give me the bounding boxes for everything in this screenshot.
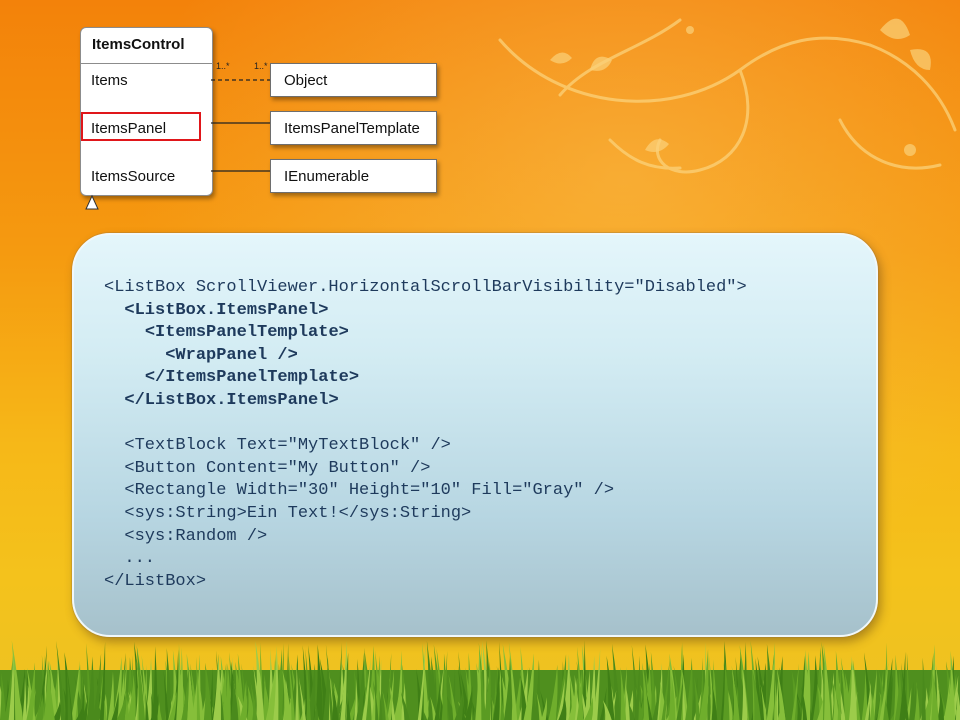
code-text: </ItemsPanelTemplate> <box>144 368 360 388</box>
code-text: <Button Content="My Button" /> <box>124 458 431 478</box>
code-text: <WrapPanel /> <box>165 345 298 365</box>
code-text: <sys:String>Ein Text!</sys:String> <box>124 503 472 523</box>
items-panel-template-label: ItemsPanelTemplate <box>284 120 420 137</box>
code-text: <Rectangle Width="30" Height="10" Fill="… <box>124 481 615 501</box>
multiplicity-source: 1..* <box>216 61 230 71</box>
ienumerable-label: IEnumerable <box>284 168 370 185</box>
object-box: Object <box>270 63 437 97</box>
code-line: </ItemsPanelTemplate> <box>104 367 747 390</box>
multiplicity-target: 1..* <box>254 61 268 71</box>
code-text: </ListBox> <box>104 571 207 591</box>
code-text: </ListBox.ItemsPanel> <box>124 390 339 410</box>
highlight-box <box>81 112 201 141</box>
code-line: ... <box>104 548 747 571</box>
code-line: <sys:String>Ein Text!</sys:String> <box>104 503 747 526</box>
property-items-source-label: ItemsSource <box>91 168 176 185</box>
ienumerable-box: IEnumerable <box>270 159 437 193</box>
code-line: </ListBox.ItemsPanel> <box>104 390 747 413</box>
xaml-code-block: <ListBox ScrollViewer.HorizontalScrollBa… <box>104 277 747 593</box>
code-text: <sys:Random /> <box>124 526 268 546</box>
class-name: ItemsControl <box>81 28 212 64</box>
code-line: </ListBox> <box>104 571 747 594</box>
code-line: <ItemsPanelTemplate> <box>104 322 747 345</box>
code-line: <Button Content="My Button" /> <box>104 458 747 481</box>
code-line: <WrapPanel /> <box>104 345 747 368</box>
property-items-label: Items <box>91 72 128 89</box>
code-text: ... <box>124 549 156 569</box>
items-panel-template-box: ItemsPanelTemplate <box>270 111 437 145</box>
decorative-swirl-ornament <box>498 18 957 174</box>
code-line: <sys:Random /> <box>104 526 747 549</box>
code-line: <TextBlock Text="MyTextBlock" /> <box>104 435 747 458</box>
code-text: <ItemsPanelTemplate> <box>144 323 349 343</box>
code-line: <ListBox.ItemsPanel> <box>104 300 747 323</box>
code-text: <ListBox ScrollViewer.HorizontalScrollBa… <box>104 278 747 297</box>
code-line: <Rectangle Width="30" Height="10" Fill="… <box>104 480 747 503</box>
grass-footer <box>0 640 960 720</box>
code-text: <TextBlock Text="MyTextBlock" /> <box>124 436 451 456</box>
object-label: Object <box>284 72 328 89</box>
code-text: <ListBox.ItemsPanel> <box>124 300 329 320</box>
code-line: <ListBox ScrollViewer.HorizontalScrollBa… <box>104 277 747 300</box>
